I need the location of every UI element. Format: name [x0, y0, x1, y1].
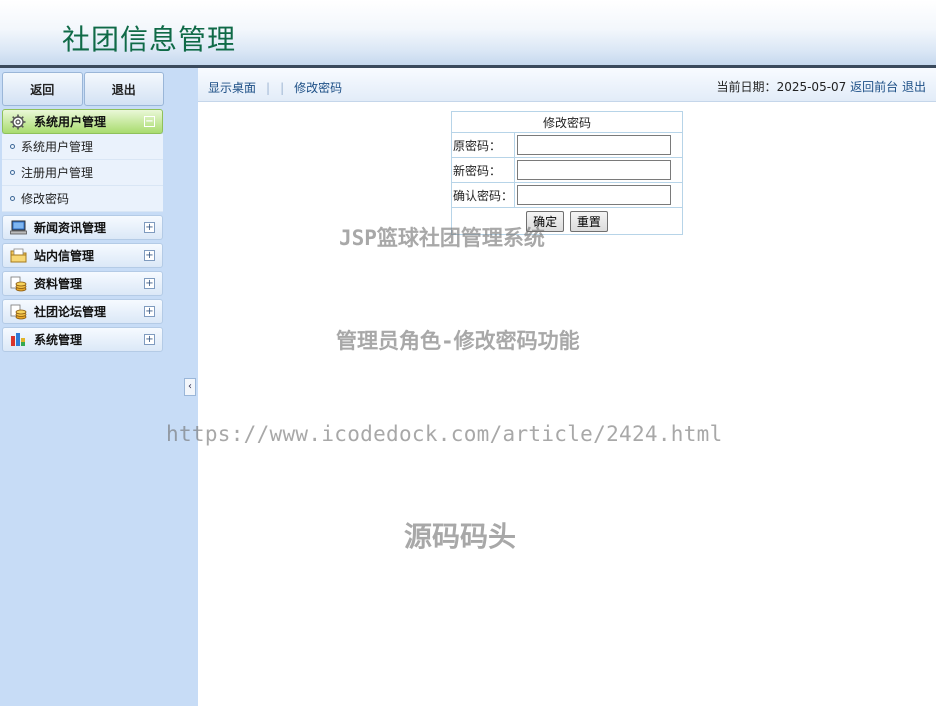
- bullet-icon: [10, 144, 15, 149]
- bullet-icon: [10, 196, 15, 201]
- folder-icon: [9, 248, 27, 264]
- menu-group-label: 系统用户管理: [34, 115, 107, 129]
- date-label: 当前日期：: [716, 80, 777, 94]
- form-actions: 确定 重置: [451, 207, 683, 235]
- menu-group-system: 系统管理 +: [2, 327, 163, 352]
- submenu-item-label: 注册用户管理: [21, 166, 94, 180]
- submenu-item-change-password[interactable]: 修改密码: [2, 186, 163, 212]
- expand-icon[interactable]: +: [144, 278, 155, 289]
- topbar-info: 当前日期：2025-05-07 返回前台 退出: [717, 78, 926, 95]
- bar-chart-icon: [9, 332, 27, 348]
- change-password-form: 修改密码 原密码： 新密码： 确认密码： 确定 重置: [451, 111, 683, 235]
- menu-group-header-materials[interactable]: 资料管理 +: [2, 271, 163, 296]
- monitor-icon: [9, 220, 27, 236]
- change-password-tab[interactable]: 修改密码: [294, 79, 342, 96]
- back-to-front-link[interactable]: 返回前台: [850, 80, 898, 94]
- form-caption: 修改密码: [451, 111, 683, 133]
- new-password-label: 新密码：: [451, 157, 515, 183]
- menu-group-label: 社团论坛管理: [34, 305, 107, 319]
- logout-link[interactable]: 退出: [902, 80, 926, 94]
- expand-icon[interactable]: +: [144, 306, 155, 317]
- menu-group-label: 新闻资讯管理: [34, 221, 107, 235]
- old-password-field[interactable]: [517, 135, 671, 155]
- menu-group-forum: 社团论坛管理 +: [2, 299, 163, 324]
- topbar-nav: 显示桌面 | | 修改密码: [208, 79, 342, 96]
- watermark-brand: 源码码头: [404, 520, 517, 553]
- logout-button[interactable]: 退出: [83, 72, 164, 106]
- submenu-item-system-users[interactable]: 系统用户管理: [2, 134, 163, 160]
- menu-group-label: 系统管理: [34, 333, 83, 347]
- reset-button[interactable]: 重置: [569, 210, 608, 232]
- gear-icon: [9, 114, 27, 130]
- main-topbar: 显示桌面 | | 修改密码 当前日期：2025-05-07 返回前台 退出: [198, 68, 936, 102]
- menu-group-news: 新闻资讯管理 +: [2, 215, 163, 240]
- nav-divider: |: [280, 80, 285, 95]
- submit-button[interactable]: 确定: [526, 210, 565, 232]
- submenu: 系统用户管理 注册用户管理 修改密码: [2, 134, 163, 212]
- collapse-icon[interactable]: −: [144, 116, 155, 127]
- confirm-password-label: 确认密码：: [451, 182, 515, 208]
- menu-group-header-messages[interactable]: 站内信管理 +: [2, 243, 163, 268]
- show-desktop-link[interactable]: 显示桌面: [208, 79, 256, 96]
- new-password-field[interactable]: [517, 160, 671, 180]
- menu-group-header-system-users[interactable]: 系统用户管理 −: [2, 109, 163, 134]
- sidebar-top-buttons: 返回 退出: [2, 72, 164, 106]
- coins-icon: [9, 304, 27, 320]
- menu-group-label: 站内信管理: [34, 249, 95, 263]
- expand-icon[interactable]: +: [144, 250, 155, 261]
- watermark-feature: 管理员角色-修改密码功能: [336, 329, 580, 353]
- menu-group-header-forum[interactable]: 社团论坛管理 +: [2, 299, 163, 324]
- menu-group-messages: 站内信管理 +: [2, 243, 163, 268]
- sidebar-menu: 返回 退出 系统用户管理 − 系统用户管理 注册用户管理 修改密码 新闻资讯管理…: [2, 72, 164, 352]
- expand-icon[interactable]: +: [144, 222, 155, 233]
- sidebar: 返回 退出 系统用户管理 − 系统用户管理 注册用户管理 修改密码 新闻资讯管理…: [0, 68, 198, 706]
- menu-group-header-system[interactable]: 系统管理 +: [2, 327, 163, 352]
- submenu-item-registered-users[interactable]: 注册用户管理: [2, 160, 163, 186]
- menu-group-materials: 资料管理 +: [2, 271, 163, 296]
- submenu-item-label: 系统用户管理: [21, 140, 94, 154]
- menu-group-system-users: 系统用户管理 − 系统用户管理 注册用户管理 修改密码: [2, 109, 163, 212]
- bullet-icon: [10, 170, 15, 175]
- submenu-item-label: 修改密码: [21, 192, 70, 206]
- app-header: 社团信息管理: [0, 0, 936, 65]
- menu-group-header-news[interactable]: 新闻资讯管理 +: [2, 215, 163, 240]
- menu-group-label: 资料管理: [34, 277, 83, 291]
- nav-divider: |: [266, 80, 271, 95]
- back-button[interactable]: 返回: [2, 72, 83, 106]
- old-password-label: 原密码：: [451, 132, 515, 158]
- date-value: 2025-05-07: [776, 80, 847, 94]
- watermark-url: https://www.icodedock.com/article/2424.h…: [166, 422, 723, 446]
- sidebar-collapse-toggle[interactable]: ‹: [184, 378, 196, 396]
- app-title: 社团信息管理: [62, 23, 237, 56]
- confirm-password-field[interactable]: [517, 185, 671, 205]
- coins-icon: [9, 276, 27, 292]
- expand-icon[interactable]: +: [144, 334, 155, 345]
